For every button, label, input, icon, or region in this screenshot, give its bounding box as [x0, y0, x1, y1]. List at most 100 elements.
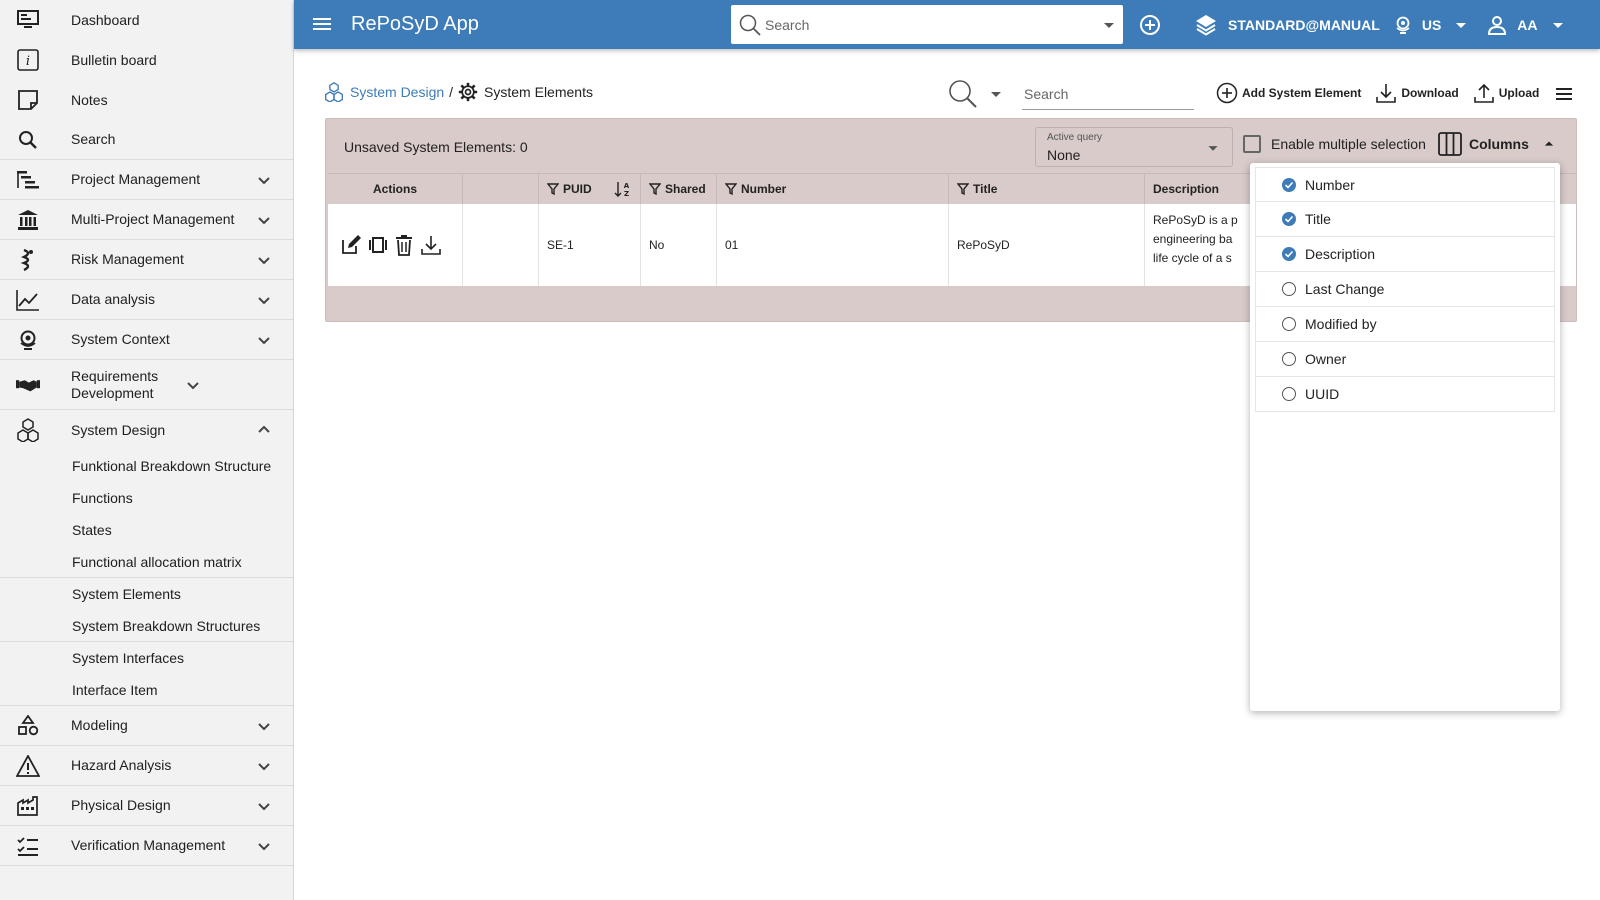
breadcrumb-system-design[interactable]: System Design: [350, 84, 444, 100]
sidebar-sub-states[interactable]: States: [0, 514, 293, 546]
cell-blank: [463, 204, 539, 286]
sidebar-sub-functions[interactable]: Functions: [0, 482, 293, 514]
chevron-down-icon: [258, 762, 270, 770]
edit-icon[interactable]: [340, 234, 362, 256]
row-action-icons: [328, 234, 448, 256]
filter-icon[interactable]: [725, 183, 737, 195]
download-icon[interactable]: [420, 234, 442, 256]
column-option-owner[interactable]: Owner: [1255, 342, 1555, 377]
column-option-last-change[interactable]: Last Change: [1255, 272, 1555, 307]
sidebar-item-requirements[interactable]: Requirements Development: [0, 360, 293, 410]
sort-az-icon[interactable]: AZ: [614, 181, 632, 197]
column-option-modified-by[interactable]: Modified by: [1255, 307, 1555, 342]
column-option-uuid[interactable]: UUID: [1255, 377, 1555, 412]
multiple-selection-checkbox[interactable]: [1243, 135, 1261, 153]
sidebar-sub-sbs[interactable]: System Breakdown Structures: [0, 610, 293, 642]
caret-up-icon: [1544, 141, 1554, 146]
sidebar-item-dashboard[interactable]: Dashboard: [0, 0, 293, 40]
top-right-controls: STANDARD@MANUAL US AA: [1194, 0, 1584, 49]
empty-circle-icon: [1282, 282, 1296, 296]
filter-icon[interactable]: [547, 183, 559, 195]
column-option-title[interactable]: Title: [1255, 202, 1555, 237]
sidebar-item-search[interactable]: Search: [0, 120, 293, 160]
compare-icon[interactable]: [368, 235, 388, 255]
active-query-label: Active query: [1047, 132, 1103, 143]
chevron-down-icon: [258, 336, 270, 344]
filter-icon[interactable]: [957, 183, 969, 195]
delete-icon[interactable]: [394, 234, 414, 256]
unsaved-count: Unsaved System Elements: 0: [344, 139, 528, 155]
column-option-description[interactable]: Description: [1255, 237, 1555, 272]
sidebar-item-hazard-analysis[interactable]: Hazard Analysis: [0, 746, 293, 786]
chart-line-icon: [16, 288, 40, 312]
sidebar-item-notes[interactable]: Notes: [0, 80, 293, 120]
layers-icon: [1196, 14, 1216, 36]
column-option-number[interactable]: Number: [1255, 167, 1555, 202]
filter-icon[interactable]: [649, 183, 661, 195]
empty-circle-icon: [1282, 387, 1296, 401]
chevron-down-icon: [258, 842, 270, 850]
header-puid[interactable]: PUID AZ: [539, 174, 641, 204]
svg-text:A: A: [624, 182, 630, 190]
sidebar-sub-allocation-matrix[interactable]: Functional allocation matrix: [0, 546, 293, 578]
sidebar-item-project-management[interactable]: Project Management: [0, 160, 293, 200]
sidebar-item-multi-project[interactable]: Multi-Project Management: [0, 200, 293, 240]
sidebar-sub-interface-item[interactable]: Interface Item: [0, 674, 293, 706]
header-title[interactable]: Title: [949, 174, 1145, 204]
header-shared[interactable]: Shared: [641, 174, 717, 204]
shapes-icon: [16, 714, 40, 738]
table-search-input[interactable]: [1022, 78, 1194, 110]
sidebar-item-label: Dashboard: [71, 11, 140, 28]
caret-down-icon[interactable]: [1097, 13, 1121, 37]
multiple-selection-toggle[interactable]: Enable multiple selection: [1243, 135, 1426, 153]
header-number[interactable]: Number: [717, 174, 949, 204]
risk-icon: [16, 248, 40, 272]
chevron-down-icon: [258, 256, 270, 264]
download-icon: [1376, 84, 1397, 103]
upload-button[interactable]: Upload: [1473, 82, 1539, 104]
sidebar-item-bulletin[interactable]: i Bulletin board: [0, 40, 293, 80]
caret-down-icon: [1208, 146, 1218, 151]
factory-icon: [16, 794, 40, 818]
project-selector[interactable]: STANDARD@MANUAL: [1194, 13, 1380, 37]
sidebar-sub-system-elements[interactable]: System Elements: [0, 578, 293, 610]
sidebar-item-modeling[interactable]: Modeling: [0, 706, 293, 746]
top-app-bar: RePoSyD App STANDARD@MANUAL US AA: [294, 0, 1600, 49]
cell-puid: SE-1: [539, 204, 641, 286]
download-button[interactable]: Download: [1375, 82, 1459, 104]
breadcrumb: System Design / System Elements: [324, 82, 593, 102]
header-actions: Actions: [328, 174, 463, 204]
cubes-icon: [16, 418, 40, 442]
add-circle-icon[interactable]: [1138, 13, 1162, 37]
sidebar-sub-system-interfaces[interactable]: System Interfaces: [0, 642, 293, 674]
table-search: [948, 78, 1194, 110]
sidebar-item-label: Data analysis: [71, 291, 156, 307]
sidebar-item-label: System Design: [71, 421, 166, 438]
sidebar-item-risk-management[interactable]: Risk Management: [0, 240, 293, 280]
global-search-input[interactable]: [765, 16, 1097, 33]
person-icon: [1488, 15, 1507, 35]
checklist-icon: [16, 834, 40, 858]
breadcrumb-separator: /: [449, 84, 454, 100]
add-system-element-button[interactable]: Add System Element: [1216, 82, 1361, 104]
sidebar-sub-fbs[interactable]: Funktional Breakdown Structure: [0, 450, 293, 482]
menu-icon[interactable]: [310, 12, 334, 36]
sidebar-item-system-context[interactable]: System Context: [0, 320, 293, 360]
sidebar-item-label: Search: [71, 131, 116, 147]
user-menu[interactable]: AA: [1487, 13, 1569, 37]
sidebar-item-physical-design[interactable]: Physical Design: [0, 786, 293, 826]
locale-selector[interactable]: US: [1394, 13, 1473, 37]
columns-button[interactable]: Columns: [1437, 131, 1559, 157]
caret-down-icon[interactable]: [984, 82, 1008, 106]
sidebar-item-data-analysis[interactable]: Data analysis: [0, 280, 293, 320]
more-menu-icon[interactable]: [1552, 82, 1576, 106]
app-title: RePoSyD App: [351, 13, 479, 35]
chevron-down-icon: [258, 216, 270, 224]
sidebar-item-verification[interactable]: Verification Management: [0, 826, 293, 866]
search-icon[interactable]: [948, 79, 978, 109]
locale-label: US: [1421, 16, 1442, 33]
sidebar-item-system-design[interactable]: System Design: [0, 410, 293, 450]
active-query-select[interactable]: Active query None: [1035, 127, 1233, 167]
check-circle-icon: [1282, 177, 1296, 192]
svg-text:i: i: [26, 54, 30, 69]
